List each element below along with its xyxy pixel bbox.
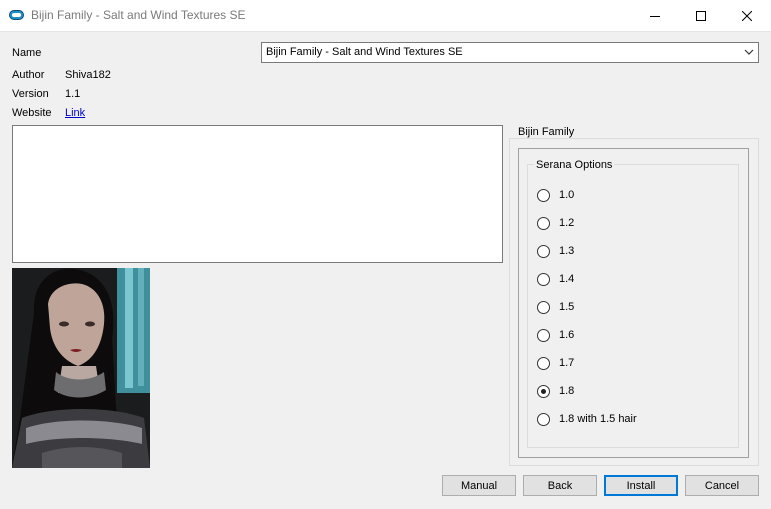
- option-1-0[interactable]: 1.0: [537, 185, 574, 205]
- window-title: Bijin Family - Salt and Wind Textures SE: [31, 8, 246, 22]
- radio-icon[interactable]: [537, 412, 550, 426]
- option-label: 1.6: [559, 329, 575, 341]
- author-label: Author: [12, 69, 45, 81]
- radio-icon[interactable]: [537, 356, 550, 370]
- install-button[interactable]: Install: [604, 475, 678, 496]
- minimize-icon: [650, 15, 660, 17]
- radio-icon[interactable]: [537, 300, 550, 314]
- option-group-label: Bijin Family: [516, 126, 577, 138]
- app-icon: [9, 10, 24, 20]
- option-1-2[interactable]: 1.2: [537, 213, 574, 233]
- radio-icon[interactable]: [537, 216, 550, 230]
- radio-icon[interactable]: [537, 328, 550, 342]
- manual-button[interactable]: Manual: [442, 475, 516, 496]
- option-1-4[interactable]: 1.4: [537, 269, 574, 289]
- name-label: Name: [12, 47, 42, 59]
- back-button[interactable]: Back: [523, 475, 597, 496]
- option-label: 1.0: [559, 189, 575, 201]
- option-1-7[interactable]: 1.7: [537, 353, 574, 373]
- close-icon: [742, 10, 752, 21]
- option-label: 1.5: [559, 301, 575, 313]
- website-link[interactable]: Link: [65, 107, 85, 119]
- maximize-button[interactable]: [678, 0, 724, 31]
- name-dropdown-value: Bijin Family - Salt and Wind Textures SE: [266, 46, 463, 58]
- option-1-8[interactable]: 1.8: [537, 381, 574, 401]
- website-label: Website: [12, 107, 52, 119]
- name-dropdown[interactable]: Bijin Family - Salt and Wind Textures SE: [261, 42, 759, 63]
- radio-icon[interactable]: [537, 272, 550, 286]
- chevron-down-icon: [744, 49, 754, 55]
- option-label: 1.7: [559, 357, 575, 369]
- version-value: 1.1: [65, 88, 81, 100]
- option-label: 1.8 with 1.5 hair: [559, 413, 637, 425]
- option-1-3[interactable]: 1.3: [537, 241, 574, 261]
- radio-icon[interactable]: [537, 188, 550, 202]
- version-label: Version: [12, 88, 49, 100]
- description-box[interactable]: [12, 125, 503, 263]
- option-1-5[interactable]: 1.5: [537, 297, 574, 317]
- radio-icon[interactable]: [537, 384, 550, 398]
- option-label: 1.3: [559, 245, 575, 257]
- option-1-8-with-1-5-hair[interactable]: 1.8 with 1.5 hair: [537, 409, 637, 429]
- radio-dot: [541, 388, 546, 394]
- option-1-6[interactable]: 1.6: [537, 325, 574, 345]
- radio-icon[interactable]: [537, 244, 550, 258]
- title-bar: Bijin Family - Salt and Wind Textures SE: [0, 0, 771, 32]
- close-button[interactable]: [724, 0, 770, 31]
- option-label: 1.2: [559, 217, 575, 229]
- option-label: 1.4: [559, 273, 575, 285]
- author-value: Shiva182: [65, 69, 111, 81]
- preview-image: [12, 268, 150, 468]
- serana-options-label: Serana Options: [534, 159, 615, 171]
- cancel-button[interactable]: Cancel: [685, 475, 759, 496]
- maximize-icon: [696, 10, 706, 21]
- option-label: 1.8: [559, 385, 575, 397]
- minimize-button[interactable]: [632, 0, 678, 31]
